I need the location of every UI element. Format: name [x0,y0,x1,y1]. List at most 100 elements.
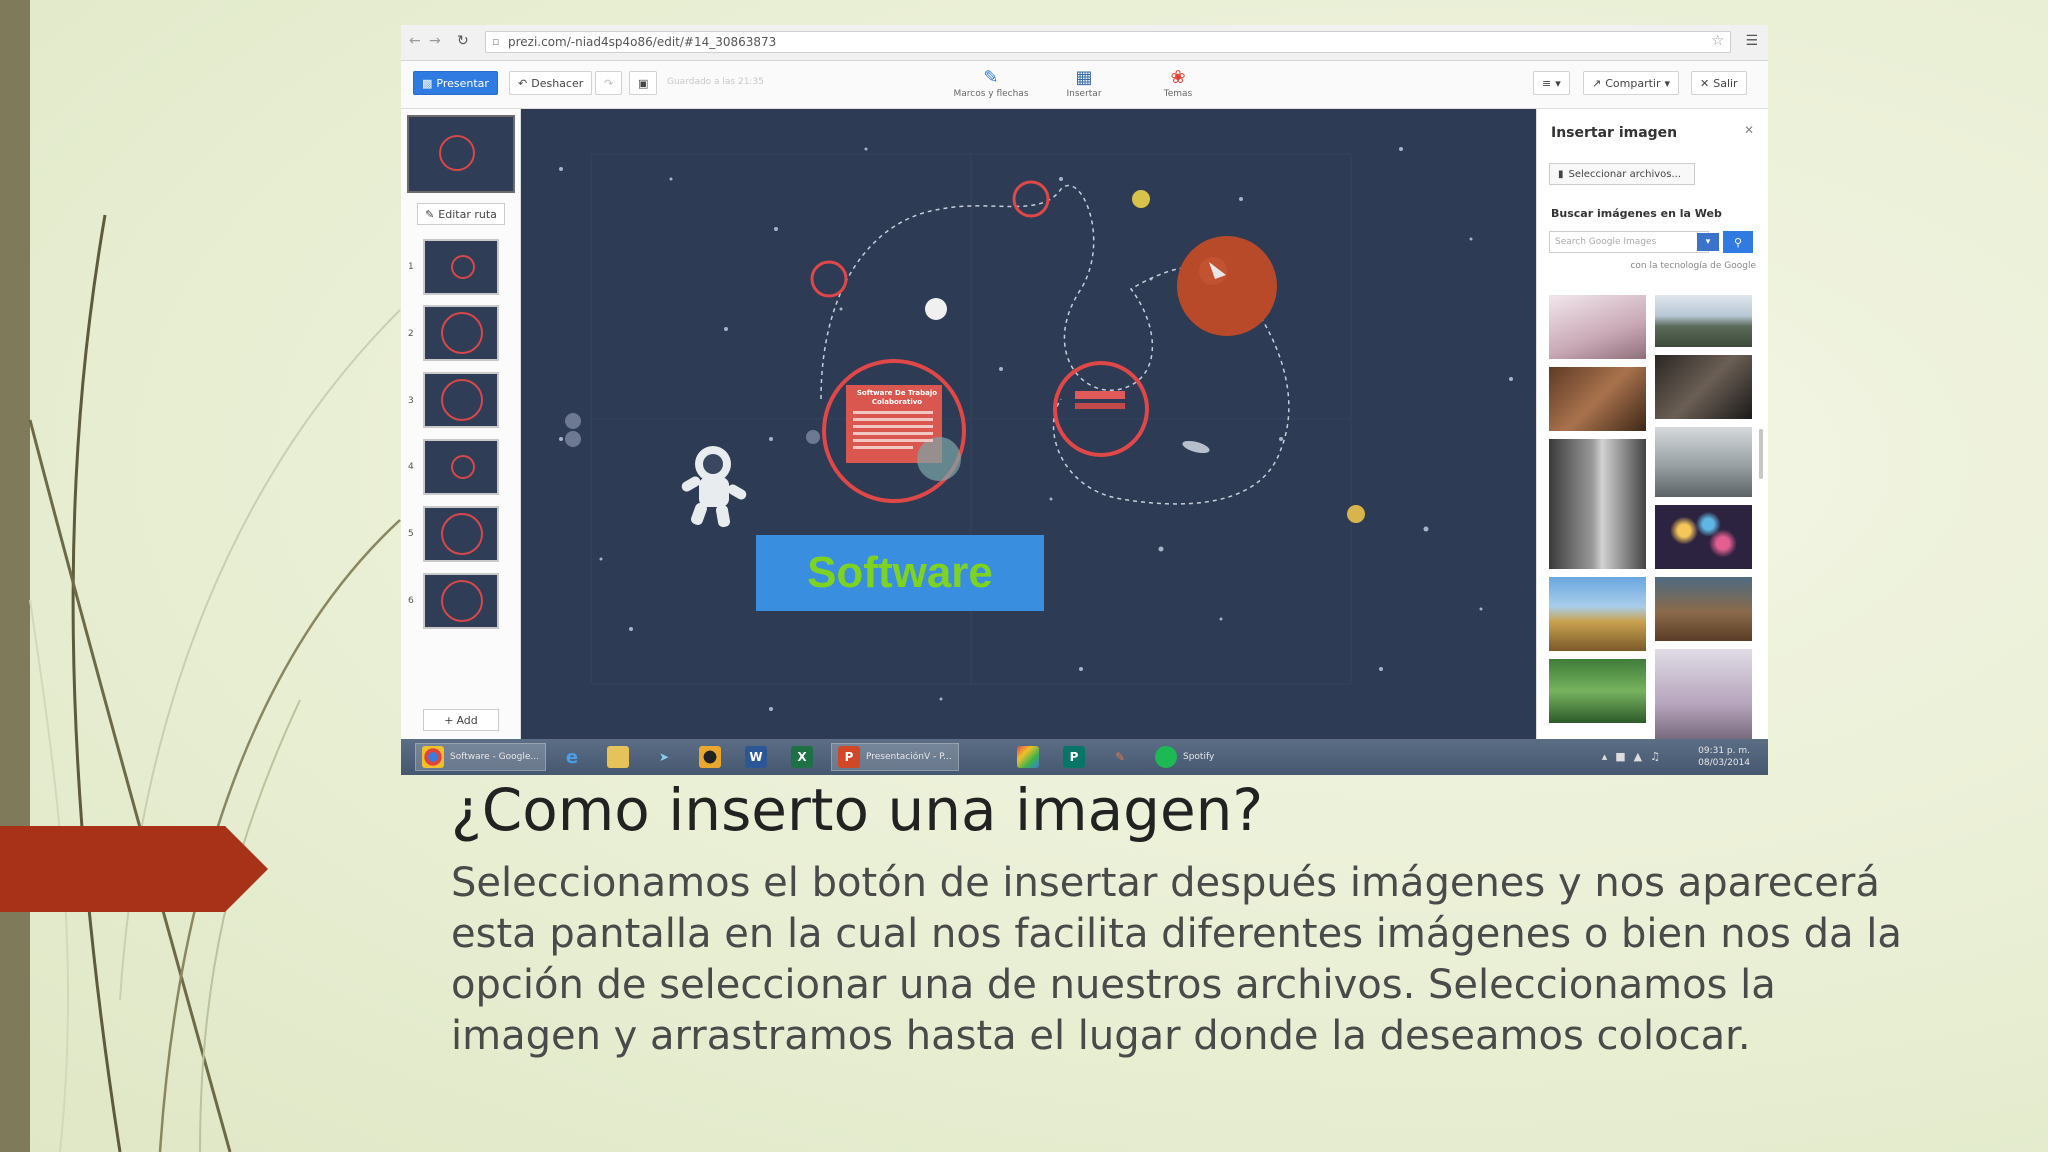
share-button[interactable]: ↗ Compartir ▾ [1583,71,1680,95]
insert-image-panel: Insertar imagen ✕ ▮ Seleccionar archivos… [1536,109,1768,739]
image-result-bokeh[interactable] [1655,505,1752,569]
software-title: Software [807,548,993,597]
insert-tool[interactable]: ▦ Insertar [1039,67,1129,99]
present-button[interactable]: ▩ Presentar [413,71,498,95]
overview-thumbnail[interactable] [407,115,515,193]
thumbnail-5[interactable] [423,506,499,562]
rocket-icon: ➤ [658,750,670,764]
browser-bar: ← → ↻ ▫ prezi.com/-niad4sp4o86/edit/#14_… [401,25,1768,61]
thumbnail-2[interactable] [423,305,499,361]
internet-explorer-icon: e [565,746,579,768]
page-icon: ▫ [492,35,500,48]
taskbar-app-paint[interactable]: ✎ [1103,743,1137,771]
reload-icon[interactable]: ↻ [457,33,469,49]
address-bar[interactable]: ▫ prezi.com/-niad4sp4o86/edit/#14_308638… [485,31,1731,53]
insert-label: Insertar [1066,89,1102,99]
close-icon: ✕ [1700,76,1710,90]
taskbar-explorer[interactable] [601,743,635,771]
star-icon[interactable]: ☆ [1711,33,1724,49]
slide-body: Seleccionamos el botón de insertar despu… [451,860,1902,1059]
select-files-button[interactable]: ▮ Seleccionar archivos... [1549,163,1695,185]
thumbnail-number: 2 [408,329,414,339]
taskbar-app-rocket[interactable]: ➤ [647,743,681,771]
redo-icon: ↷ [604,76,614,90]
image-result-laptop[interactable] [1655,355,1752,419]
panel-scrollbar[interactable] [1759,429,1763,479]
publisher-icon: P [1063,746,1085,768]
undo-button[interactable]: ↶ Deshacer [509,71,593,95]
taskbar-chrome[interactable]: Software - Google... [415,743,546,771]
image-result-field[interactable] [1549,577,1646,651]
select-files-label: Seleccionar archivos... [1568,168,1682,180]
themes-tool[interactable]: ❀ Temas [1133,67,1223,99]
slide-accent-arrow [0,826,268,912]
system-tray[interactable]: ▴■▲♫ [1602,750,1668,763]
taskbar-app-media[interactable] [693,743,727,771]
image-result-sea[interactable] [1655,427,1752,497]
image-result-blossoms[interactable] [1549,295,1646,359]
menu-icon[interactable]: ☰ [1745,33,1758,49]
slide-decorative-curves [28,214,401,1152]
save-button[interactable]: ▣ [629,71,658,95]
image-search-button[interactable]: ⚲ [1723,231,1753,253]
thumbnail-3[interactable] [423,372,499,428]
powerpoint-icon: P [838,746,860,768]
taskbar-ie[interactable]: e [555,743,589,771]
thumbnail-6[interactable] [423,573,499,629]
frames-arrows-tool[interactable]: ✎ Marcos y flechas [946,67,1036,99]
clock-date: 08/03/2014 [1698,758,1750,768]
share-label: Compartir [1605,76,1661,90]
prezi-canvas[interactable]: Software De Trabajo Colaborativo Softwar… [521,109,1536,739]
search-icon: ⚲ [1733,235,1743,249]
image-result-tree[interactable] [1655,649,1752,739]
thumbnail-number: 4 [408,462,414,472]
taskbar-spotify[interactable]: Spotify [1149,743,1220,771]
list-icon: ≡ [1542,76,1552,90]
edit-path-label: Editar ruta [438,207,497,221]
image-search-input[interactable]: Search Google Images [1549,231,1709,253]
themes-icon: ❀ [1170,67,1186,88]
canvas-scene [559,147,1513,711]
software-title-box[interactable]: Software [756,535,1044,611]
exit-button[interactable]: ✕ Salir [1691,71,1747,95]
thumbnail-4[interactable] [423,439,499,495]
image-result-landscape[interactable] [1655,295,1752,347]
frames-label: Marcos y flechas [953,89,1029,99]
thumbnail-number: 6 [408,596,414,606]
chevron-down-icon: ▾ [1555,76,1561,90]
taskbar-excel[interactable]: X [785,743,819,771]
taskbar-publisher[interactable]: P [1057,743,1091,771]
undo-label: Deshacer [531,76,584,90]
image-result-road[interactable] [1549,439,1646,569]
saved-status: Guardado a las 21:35 [667,77,764,87]
prezi-editor-screenshot: ← → ↻ ▫ prezi.com/-niad4sp4o86/edit/#14_… [401,25,1768,775]
back-icon[interactable]: ← [409,33,421,49]
image-result-door[interactable] [1655,577,1752,641]
prezi-toolbar: ▩ Presentar ↶ Deshacer ↷ ▣ Guardado a la… [401,61,1768,109]
taskbar-powerpoint[interactable]: P PresentaciónV - P... [831,743,959,771]
forward-icon[interactable]: → [429,33,441,49]
thumbnail-number: 5 [408,529,414,539]
image-result-forest[interactable] [1549,659,1646,723]
plus-icon: + [444,713,454,727]
edit-path-button[interactable]: ✎ Editar ruta [417,203,505,225]
view-options-button[interactable]: ≡ ▾ [1533,71,1570,95]
folder-icon: ▮ [1558,168,1564,180]
search-engine-dropdown[interactable]: ▾ [1697,233,1719,251]
folder-icon [607,746,629,768]
taskbar-app-color[interactable] [1011,743,1045,771]
image-result-desk[interactable] [1549,367,1646,431]
paint-icon: ✎ [1114,750,1126,764]
redo-button[interactable]: ↷ [595,71,623,95]
thumbnail-1[interactable] [423,239,499,295]
insert-image-icon: ▦ [1075,67,1093,88]
taskbar-clock[interactable]: 09:31 p. m. 08/03/2014 [1698,745,1750,769]
close-icon[interactable]: ✕ [1744,123,1754,137]
taskbar-powerpoint-label: PresentaciónV - P... [866,752,952,762]
word-icon: W [745,746,767,768]
add-button[interactable]: + Add [423,709,499,731]
slide-heading: ¿Como inserto una imagen? [451,776,1264,844]
frames-icon: ✎ [983,67,999,88]
clock-time: 09:31 p. m. [1698,746,1750,756]
taskbar-word[interactable]: W [739,743,773,771]
